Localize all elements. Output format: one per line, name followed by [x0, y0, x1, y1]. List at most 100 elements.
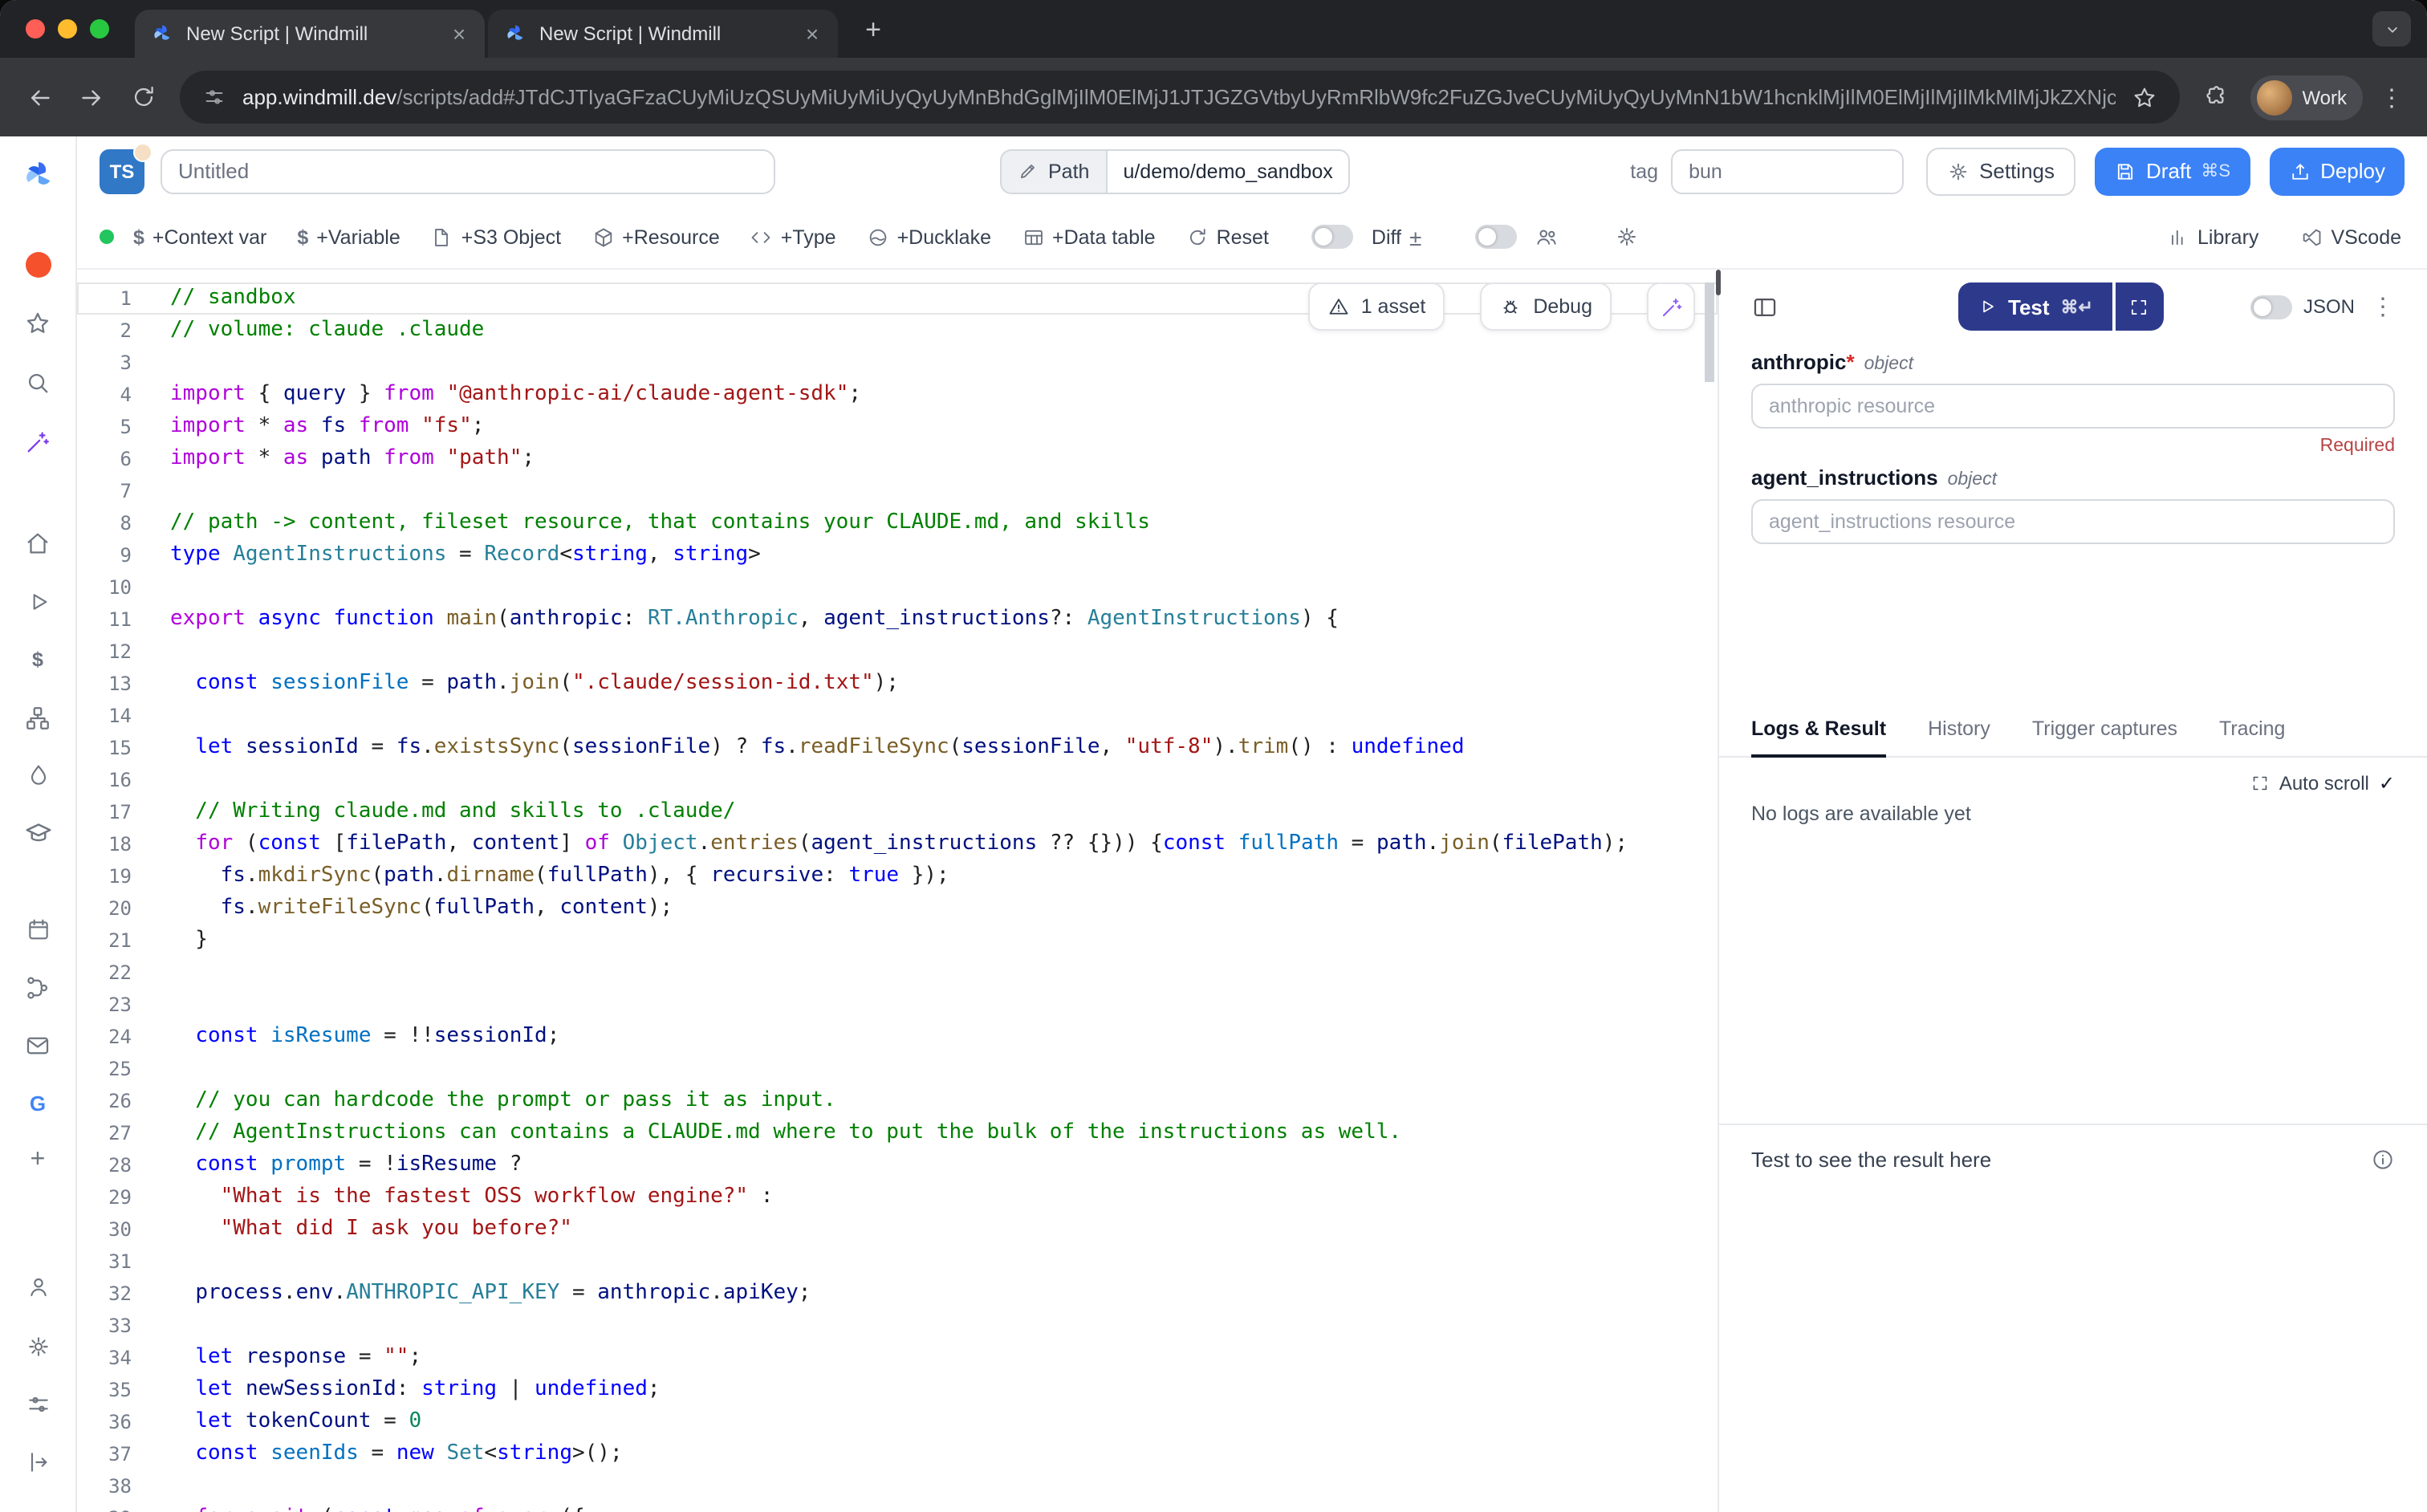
- add-icon[interactable]: +: [22, 1144, 54, 1177]
- browser-menu-icon[interactable]: ⋮: [2372, 83, 2411, 112]
- google-icon[interactable]: G: [22, 1087, 54, 1119]
- favorites-star-icon[interactable]: [22, 307, 54, 339]
- json-toggle[interactable]: [2250, 295, 2292, 319]
- line-number[interactable]: 11: [77, 604, 132, 636]
- extensions-icon[interactable]: [2193, 73, 2241, 121]
- add-context-var-button[interactable]: $+Context var: [133, 226, 266, 248]
- minimize-window-button[interactable]: [58, 19, 77, 39]
- variables-icon[interactable]: $: [22, 644, 54, 676]
- code-line[interactable]: 12: [77, 636, 1718, 668]
- info-icon[interactable]: [2371, 1148, 2395, 1172]
- line-number[interactable]: 30: [77, 1213, 132, 1246]
- code-line[interactable]: 27 // AgentInstructions can contains a C…: [77, 1117, 1718, 1149]
- code-line[interactable]: 15 let sessionId = fs.existsSync(session…: [77, 732, 1718, 764]
- code-line[interactable]: 14: [77, 700, 1718, 732]
- line-number[interactable]: 28: [77, 1149, 132, 1181]
- editor-settings-gear-icon[interactable]: [1614, 225, 1638, 249]
- line-number[interactable]: 8: [77, 507, 132, 539]
- summary-input[interactable]: [161, 148, 775, 193]
- autoscroll-checkbox[interactable]: ✓: [2379, 772, 2395, 795]
- instance-settings-icon[interactable]: [22, 1388, 54, 1421]
- code-line[interactable]: 24 const isResume = !!sessionId;: [77, 1021, 1718, 1053]
- editor-scrollbar[interactable]: [1705, 282, 1714, 382]
- code-line[interactable]: 31: [77, 1246, 1718, 1278]
- tab-search-button[interactable]: [2372, 11, 2411, 47]
- code-line[interactable]: 30 "What did I ask you before?": [77, 1213, 1718, 1246]
- vscode-button[interactable]: VScode: [2300, 226, 2401, 248]
- code-line[interactable]: 18 for (const [filePath, content] of Obj…: [77, 828, 1718, 860]
- panel-menu-icon[interactable]: ⋮: [2371, 292, 2395, 321]
- line-number[interactable]: 31: [77, 1246, 132, 1278]
- line-number[interactable]: 29: [77, 1181, 132, 1213]
- fullscreen-button[interactable]: [2116, 282, 2164, 331]
- bookmark-star-icon[interactable]: [2132, 84, 2157, 110]
- line-number[interactable]: 26: [77, 1085, 132, 1117]
- users-icon[interactable]: [1534, 225, 1558, 249]
- back-button[interactable]: [16, 73, 64, 121]
- panel-resize-handle[interactable]: [1716, 270, 1721, 295]
- search-icon[interactable]: [22, 366, 54, 398]
- academy-icon[interactable]: [22, 817, 54, 849]
- line-number[interactable]: 16: [77, 764, 132, 796]
- ai-assistant-button[interactable]: [1647, 282, 1695, 331]
- line-number[interactable]: 13: [77, 668, 132, 700]
- code-line[interactable]: 25: [77, 1053, 1718, 1085]
- line-number[interactable]: 2: [77, 315, 132, 347]
- code-line[interactable]: 19 fs.mkdirSync(path.dirname(fullPath), …: [77, 860, 1718, 892]
- mail-icon[interactable]: [22, 1029, 54, 1061]
- line-number[interactable]: 39: [77, 1502, 132, 1512]
- reset-button[interactable]: Reset: [1186, 226, 1269, 248]
- line-number[interactable]: 10: [77, 571, 132, 604]
- line-number[interactable]: 35: [77, 1374, 132, 1406]
- add-ducklake-button[interactable]: +Ducklake: [867, 226, 991, 248]
- new-tab-button[interactable]: +: [854, 10, 892, 51]
- line-number[interactable]: 36: [77, 1406, 132, 1438]
- add-type-button[interactable]: +Type: [750, 226, 836, 248]
- line-number[interactable]: 3: [77, 347, 132, 379]
- line-number[interactable]: 22: [77, 957, 132, 989]
- line-number[interactable]: 23: [77, 989, 132, 1021]
- line-number[interactable]: 18: [77, 828, 132, 860]
- code-line[interactable]: 21 }: [77, 925, 1718, 957]
- code-line[interactable]: 22: [77, 957, 1718, 989]
- anthropic-resource-input[interactable]: [1751, 384, 2395, 429]
- line-number[interactable]: 38: [77, 1470, 132, 1502]
- code-line[interactable]: 4import { query } from "@anthropic-ai/cl…: [77, 379, 1718, 411]
- code-line[interactable]: 7: [77, 475, 1718, 507]
- windmill-logo[interactable]: [22, 159, 54, 191]
- home-icon[interactable]: [22, 526, 54, 559]
- code-line[interactable]: 37 const seenIds = new Set<string>();: [77, 1438, 1718, 1470]
- code-line[interactable]: 16: [77, 764, 1718, 796]
- add-data-table-button[interactable]: +Data table: [1022, 226, 1156, 248]
- panel-toggle-icon[interactable]: [1751, 293, 1779, 320]
- path-button[interactable]: Path: [1000, 148, 1105, 193]
- code-line[interactable]: 34 let response = "";: [77, 1342, 1718, 1374]
- forward-button[interactable]: [67, 73, 116, 121]
- line-number[interactable]: 7: [77, 475, 132, 507]
- code-line[interactable]: 17 // Writing claude.md and skills to .c…: [77, 796, 1718, 828]
- code-line[interactable]: 13 const sessionFile = path.join(".claud…: [77, 668, 1718, 700]
- line-number[interactable]: 5: [77, 411, 132, 443]
- settings-gear-icon[interactable]: [22, 1331, 54, 1363]
- line-number[interactable]: 20: [77, 892, 132, 925]
- line-number[interactable]: 14: [77, 700, 132, 732]
- browser-tab-active[interactable]: New Script | Windmill ×: [135, 10, 485, 58]
- code-line[interactable]: 6import * as path from "path";: [77, 443, 1718, 475]
- zoom-window-button[interactable]: [90, 19, 109, 39]
- line-number[interactable]: 12: [77, 636, 132, 668]
- debug-button[interactable]: Debug: [1480, 282, 1612, 331]
- library-button[interactable]: Library: [2167, 226, 2258, 248]
- schedules-icon[interactable]: [22, 913, 54, 945]
- collab-toggle[interactable]: [1474, 225, 1516, 249]
- flows-icon[interactable]: [22, 971, 54, 1003]
- expand-sidebar-icon[interactable]: [22, 1446, 54, 1478]
- ducklake-icon[interactable]: [22, 759, 54, 791]
- code-line[interactable]: 26 // you can hardcode the prompt or pas…: [77, 1085, 1718, 1117]
- line-number[interactable]: 21: [77, 925, 132, 957]
- line-number[interactable]: 19: [77, 860, 132, 892]
- code-line[interactable]: 28 const prompt = !isResume ?: [77, 1149, 1718, 1181]
- code-line[interactable]: 32 process.env.ANTHROPIC_API_KEY = anthr…: [77, 1278, 1718, 1310]
- line-number[interactable]: 32: [77, 1278, 132, 1310]
- line-number[interactable]: 15: [77, 732, 132, 764]
- browser-tab-inactive[interactable]: New Script | Windmill ×: [488, 10, 838, 58]
